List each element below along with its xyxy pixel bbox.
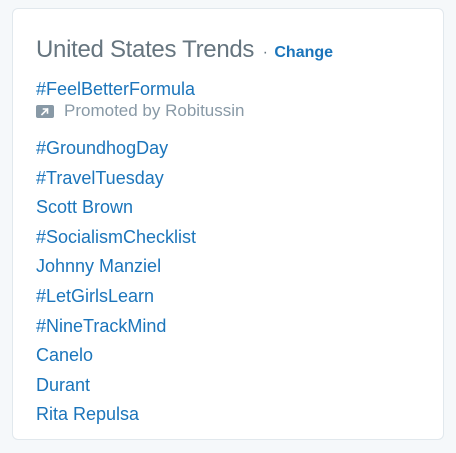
trend-list: #GroundhogDay #TravelTuesday Scott Brown… <box>36 137 196 433</box>
trend-item: #SocialismChecklist <box>36 226 196 256</box>
trend-item: #TravelTuesday <box>36 167 196 197</box>
trend-item: #NineTrackMind <box>36 315 196 345</box>
trend-link[interactable]: Rita Repulsa <box>36 404 139 424</box>
trends-title: United States Trends <box>36 36 255 63</box>
trend-item: Durant <box>36 374 196 404</box>
trend-link[interactable]: #NineTrackMind <box>36 316 166 336</box>
trend-item: Rita Repulsa <box>36 403 196 433</box>
trend-link[interactable]: #GroundhogDay <box>36 138 168 158</box>
title-separator: · <box>262 44 268 61</box>
trend-item: Canelo <box>36 344 196 374</box>
promoted-by-label: Promoted by Robitussin <box>64 101 245 120</box>
promoted-arrow-icon <box>36 104 54 118</box>
change-location-link[interactable]: Change <box>274 44 333 61</box>
trends-header: United States Trends · Change <box>36 36 333 64</box>
promoted-label-row: Promoted by Robitussin <box>36 100 244 122</box>
trend-link[interactable]: Durant <box>36 375 90 395</box>
trend-link[interactable]: Johnny Manziel <box>36 256 161 276</box>
promoted-trend-link[interactable]: #FeelBetterFormula <box>36 78 195 100</box>
trend-item: #GroundhogDay <box>36 137 196 167</box>
trend-link[interactable]: #TravelTuesday <box>36 168 164 188</box>
trend-link[interactable]: Canelo <box>36 345 93 365</box>
trends-module: United States Trends · Change #FeelBette… <box>12 8 444 440</box>
trend-item: #LetGirlsLearn <box>36 285 196 315</box>
trend-link[interactable]: Scott Brown <box>36 197 133 217</box>
trend-link[interactable]: #LetGirlsLearn <box>36 286 154 306</box>
trend-item: Scott Brown <box>36 196 196 226</box>
trend-link[interactable]: #SocialismChecklist <box>36 227 196 247</box>
trend-item: Johnny Manziel <box>36 255 196 285</box>
